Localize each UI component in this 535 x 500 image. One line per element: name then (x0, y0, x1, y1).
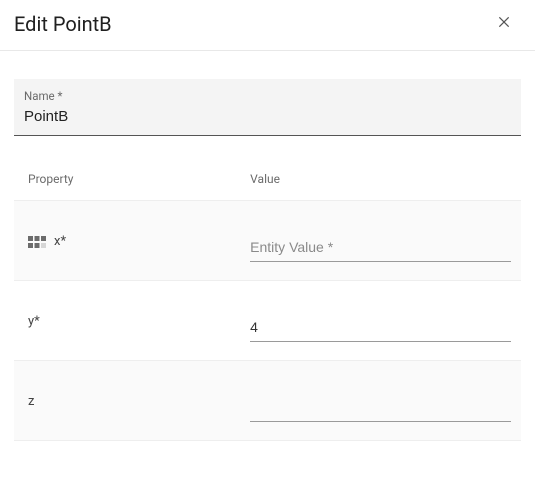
close-button[interactable] (493, 13, 515, 35)
column-header-property: Property (28, 172, 250, 186)
value-cell (250, 381, 511, 422)
properties-table: Property Value x* (14, 160, 521, 441)
value-input-z[interactable] (250, 395, 511, 422)
table-row: z (14, 361, 521, 441)
close-icon (496, 14, 512, 34)
name-input[interactable] (24, 106, 511, 127)
dialog-content: Name * Property Value (0, 51, 535, 441)
property-label: y* (28, 314, 40, 329)
value-input-y[interactable] (250, 315, 511, 342)
value-cell (250, 221, 511, 262)
property-cell: z (28, 394, 250, 409)
column-header-value: Value (250, 172, 511, 186)
grid-cards-icon (28, 235, 46, 249)
property-label: z (28, 394, 34, 409)
table-header-row: Property Value (14, 160, 521, 201)
value-input-x[interactable] (250, 235, 511, 262)
property-cell: x* (28, 234, 250, 249)
name-label: Name * (24, 89, 511, 103)
dialog-header: Edit PointB (0, 0, 535, 51)
value-cell (250, 301, 511, 342)
dialog-title: Edit PointB (14, 12, 112, 36)
property-cell: y* (28, 314, 250, 329)
table-row: y* (14, 281, 521, 361)
property-label: x* (54, 234, 66, 249)
name-field-container: Name * (14, 79, 521, 136)
table-body: x* y* z (14, 201, 521, 441)
table-row: x* (14, 201, 521, 281)
